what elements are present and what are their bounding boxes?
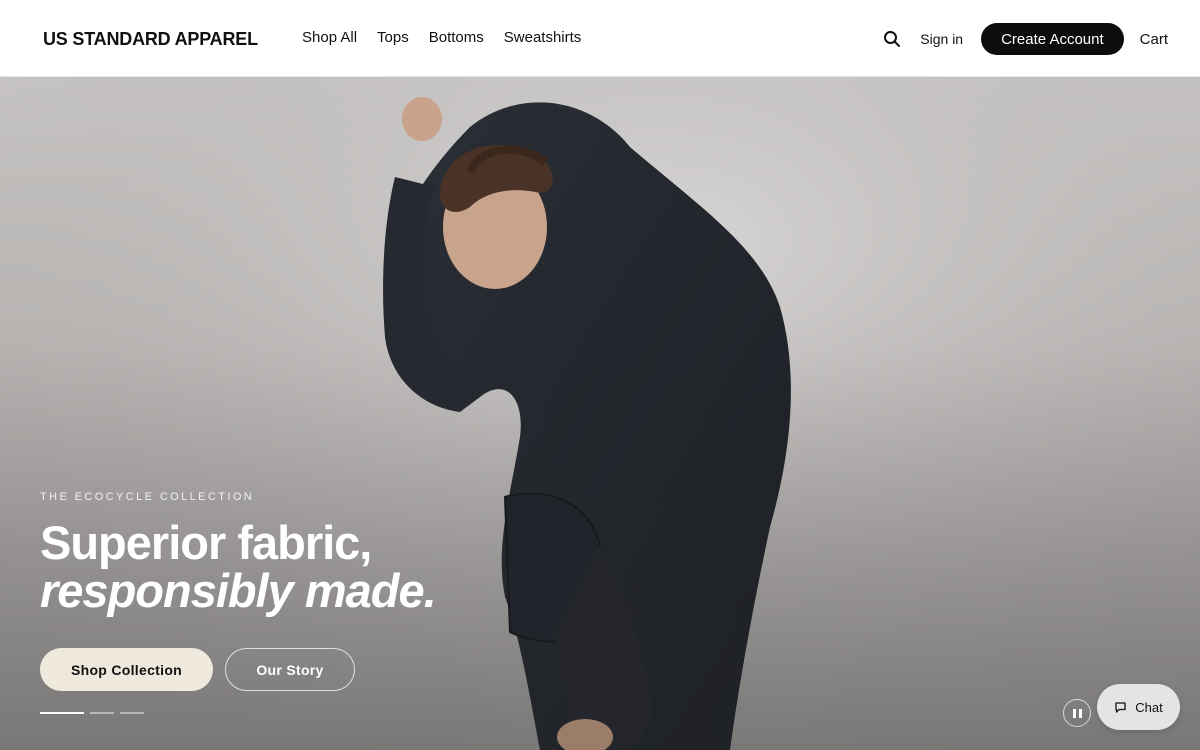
create-account-button[interactable]: Create Account — [981, 23, 1124, 55]
our-story-button[interactable]: Our Story — [225, 648, 355, 691]
brand-logo[interactable]: US STANDARD APPAREL — [43, 29, 258, 50]
nav-tops[interactable]: Tops — [377, 29, 409, 46]
slide-indicator-3[interactable] — [120, 712, 144, 714]
hero-eyebrow: THE ECOCYCLE COLLECTION — [40, 491, 255, 503]
slide-indicator-1[interactable] — [40, 712, 84, 714]
search-icon[interactable] — [878, 24, 906, 54]
cart-link[interactable]: Cart — [1140, 31, 1168, 48]
chat-bubble-icon — [1115, 701, 1126, 713]
hero-headline: Superior fabric, responsibly made. — [40, 516, 437, 617]
sign-in-link[interactable]: Sign in — [920, 31, 963, 47]
hero-headline-line1: Superior fabric, — [40, 516, 372, 569]
main-nav: Shop All Tops Bottoms Sweatshirts — [302, 29, 601, 46]
nav-bottoms[interactable]: Bottoms — [429, 29, 484, 46]
chat-label: Chat — [1135, 699, 1163, 715]
shop-collection-button[interactable]: Shop Collection — [40, 648, 213, 691]
hero-headline-line2: responsibly made. — [40, 564, 437, 617]
slide-indicators — [40, 712, 150, 714]
nav-shop-all[interactable]: Shop All — [302, 29, 357, 46]
pause-icon[interactable] — [1063, 699, 1091, 727]
chat-button[interactable]: Chat — [1097, 684, 1180, 730]
site-header: US STANDARD APPAREL Shop All Tops Bottom… — [0, 0, 1200, 77]
slide-indicator-2[interactable] — [90, 712, 114, 714]
header-actions: Sign in Create Account Cart — [878, 23, 1168, 55]
nav-sweatshirts[interactable]: Sweatshirts — [504, 29, 582, 46]
hero-banner: THE ECOCYCLE COLLECTION Superior fabric,… — [0, 77, 1200, 750]
